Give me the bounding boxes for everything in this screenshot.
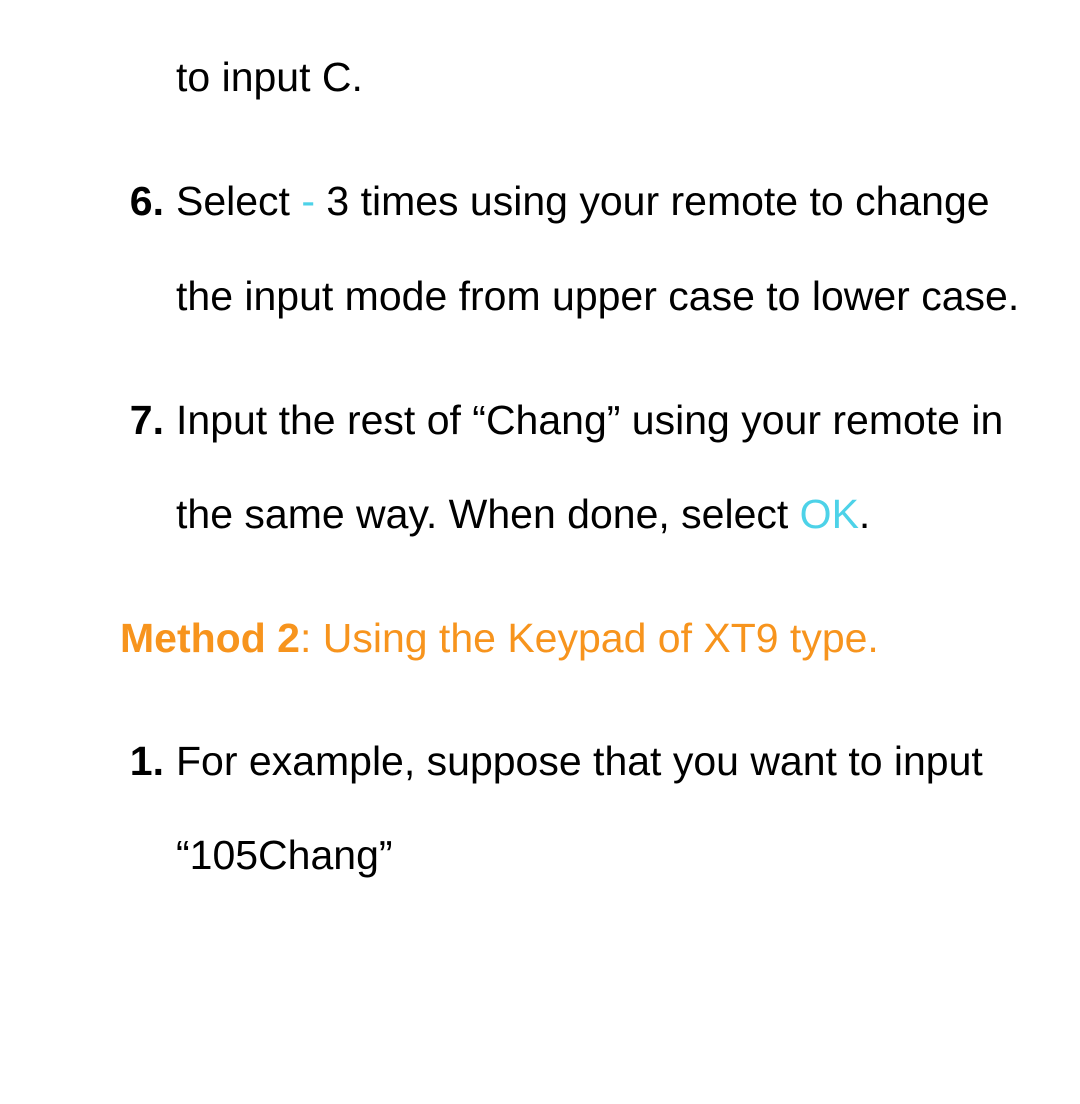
list-text-after: . <box>859 491 870 537</box>
list-number: 7. <box>120 373 164 467</box>
method-heading: Method 2: Using the Keypad of XT9 type. <box>120 591 1050 685</box>
sublist-text: For example, suppose that you want to in… <box>176 738 983 878</box>
method-title: : Using the Keypad of XT9 type. <box>300 615 879 661</box>
list-text-before: Input the rest of “Chang” using your rem… <box>176 397 1003 537</box>
list-continuation: to input C. <box>120 30 1050 124</box>
list-number: 6. <box>120 154 164 248</box>
highlight-ok: OK <box>800 491 859 537</box>
highlight-key: - <box>301 178 315 224</box>
continuation-text: to input C. <box>176 54 363 100</box>
sublist-item-1: 1. For example, suppose that you want to… <box>120 714 1050 903</box>
method-label: Method 2 <box>120 615 300 661</box>
list-item-6: 6. Select - 3 times using your remote to… <box>120 154 1050 343</box>
list-number: 1. <box>120 714 164 808</box>
list-text-before: Select <box>176 178 301 224</box>
list-item-7: 7. Input the rest of “Chang” using your … <box>120 373 1050 562</box>
